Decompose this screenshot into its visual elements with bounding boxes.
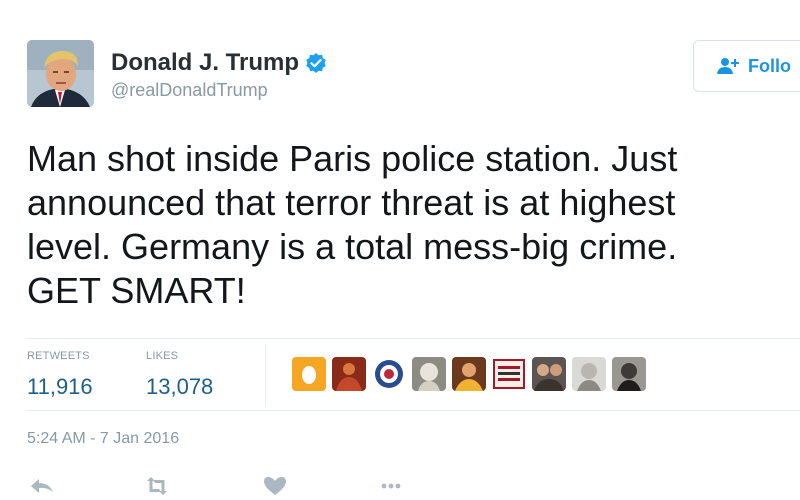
liker-avatar[interactable] (492, 357, 526, 391)
retweets-label: RETWEETS (27, 350, 90, 362)
stats-divider-top (27, 338, 800, 339)
follow-button-label: Follo (748, 55, 791, 76)
liker-avatar[interactable] (412, 357, 446, 391)
likes-stat[interactable]: LIKES 13,078 (146, 350, 213, 400)
more-button[interactable] (375, 472, 407, 500)
likes-count: 13,078 (146, 374, 214, 399)
liker-avatar[interactable] (292, 357, 326, 391)
liker-avatar[interactable] (612, 357, 646, 391)
more-dots-icon (381, 483, 401, 489)
retweet-button[interactable] (141, 472, 173, 500)
author-display-name-text: Donald J. Trump (111, 49, 300, 76)
liker-avatar[interactable] (532, 357, 566, 391)
tweet-text: Man shot inside Paris police station. Ju… (27, 138, 678, 311)
author-display-name[interactable]: Donald J. Trump (111, 49, 327, 77)
stats-divider-bottom (27, 410, 800, 411)
stats-vertical-divider (265, 344, 266, 406)
author-screen-name[interactable]: @realDonaldTrump (111, 80, 268, 101)
reply-button[interactable] (27, 472, 59, 500)
author-avatar[interactable] (27, 40, 94, 107)
liker-avatar[interactable] (452, 357, 486, 391)
tweet-timestamp[interactable]: 5:24 AM - 7 Jan 2016 (27, 430, 179, 448)
like-button[interactable] (259, 472, 291, 500)
liker-avatar[interactable] (572, 357, 606, 391)
retweets-stat[interactable]: RETWEETS 11,916 (27, 350, 93, 400)
heart-icon (264, 477, 286, 495)
liker-avatar[interactable] (332, 357, 366, 391)
likes-label: LIKES (146, 350, 179, 362)
liker-avatars (292, 357, 646, 391)
tweet-card: Donald J. Trump @realDonaldTrump Follo M… (0, 0, 800, 500)
verified-badge-icon (305, 52, 327, 74)
author-avatar-image (27, 40, 94, 107)
liker-avatar[interactable] (372, 357, 406, 391)
reply-icon (31, 479, 53, 493)
retweet-icon (147, 477, 167, 495)
retweets-count: 11,916 (27, 374, 93, 399)
follow-button[interactable]: Follo (693, 40, 800, 92)
follow-person-plus-icon (716, 56, 740, 76)
